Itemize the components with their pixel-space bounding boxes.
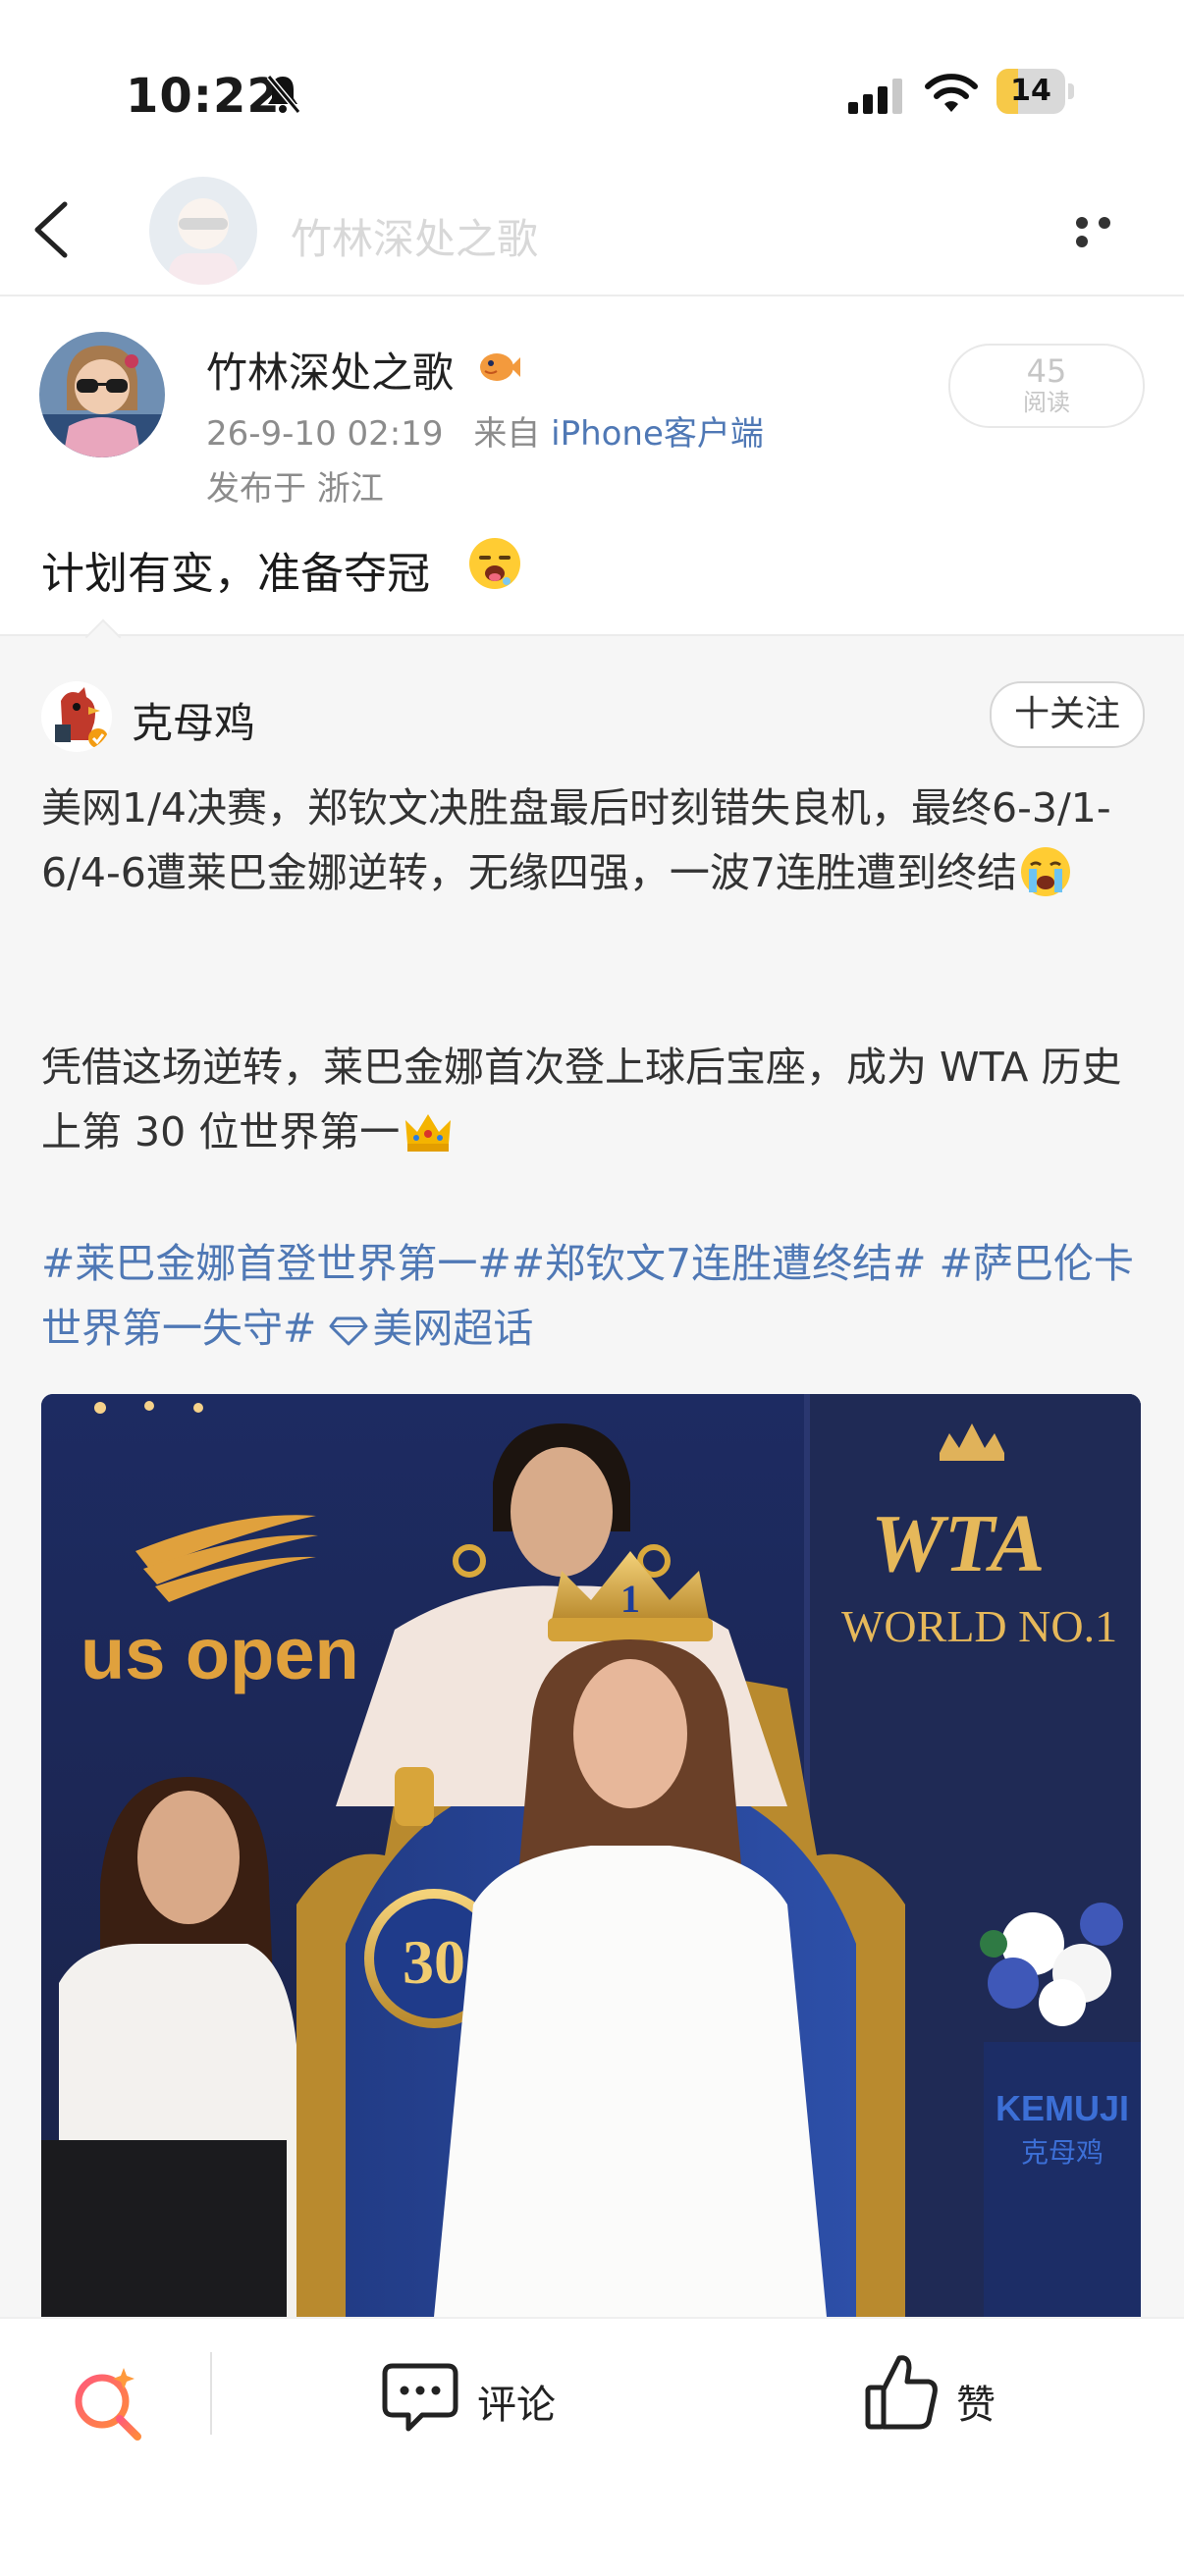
diamond-super-topic-icon <box>329 1316 368 1346</box>
crown-emoji <box>405 1114 452 1152</box>
post-meta: 26-9-10 02:19 来自 iPhone客户端 <box>206 406 764 455</box>
bell-slash-icon <box>266 75 301 114</box>
nav-divider <box>0 295 1184 296</box>
author-name[interactable]: 竹林深处之歌 <box>206 340 454 400</box>
post-time: 26-9-10 02:19 <box>206 414 444 454</box>
photo-seal-number: 30 <box>403 1927 465 1997</box>
nav-avatar[interactable] <box>149 177 257 285</box>
photo-podium-brand: KEMUJI <box>996 2088 1129 2128</box>
repost-paragraph-2: 凭借这场逆转，莱巴金娜首次登上球后宝座，成为 WTA 历史上第 30 位世界第一 <box>41 1035 1145 1164</box>
photo-usopen-text: us open <box>81 1613 359 1694</box>
post-text: 计划有变，准备夺冠 <box>41 549 430 599</box>
photo-crown-number: 1 <box>620 1577 640 1621</box>
author-avatar[interactable] <box>39 332 165 457</box>
chevron-left-icon[interactable] <box>29 198 73 261</box>
more-dots-icon[interactable] <box>1076 214 1141 247</box>
read-label: 阅读 <box>1023 389 1070 416</box>
repost-divider <box>0 634 1184 636</box>
photo-podium-chinese: 克母鸡 <box>1021 2136 1103 2169</box>
cellular-signal-icon <box>848 79 902 114</box>
read-count: 45 <box>1026 352 1067 390</box>
bottom-bar-divider <box>210 2352 212 2435</box>
super-topic-link[interactable]: 美网超话 <box>372 1305 533 1352</box>
drooling-face-emoji <box>469 538 520 589</box>
thumbs-up-icon[interactable] <box>864 2352 939 2433</box>
repost-photo[interactable]: us open WTA WORLD NO.1 30 1 KEMUJI 克母鸡 <box>41 1394 1141 2317</box>
photo-world-no1-text: WORLD NO.1 <box>841 1601 1117 1651</box>
bottom-action-bar <box>0 2317 1184 2576</box>
nav-title: 竹林深处之歌 <box>291 215 539 263</box>
hashtag-links[interactable]: #莱巴金娜首登世界第一##郑钦文7连胜遭终结# #萨巴伦卡世界第一失守# <box>41 1240 1134 1352</box>
comment-icon[interactable] <box>381 2360 459 2435</box>
ai-search-icon[interactable] <box>69 2362 147 2441</box>
like-button-label[interactable]: 赞 <box>956 2373 996 2430</box>
post-location: 发布于 浙江 <box>206 469 384 509</box>
repost-paragraph-1: 美网1/4决赛，郑钦文决胜盘最后时刻错失良机，最终6-3/1-6/4-6遭莱巴金… <box>41 776 1145 905</box>
comment-button-label[interactable]: 评论 <box>477 2373 556 2430</box>
read-count-badge: 45 阅读 <box>948 344 1145 428</box>
repost-paragraph-2-text: 凭借这场逆转，莱巴金娜首次登上球后宝座，成为 WTA 历史上第 30 位世界第一 <box>41 1044 1122 1155</box>
post-source-prefix: 来自 <box>473 414 541 454</box>
fish-badge-icon <box>480 353 520 381</box>
follow-button[interactable]: 十关注 <box>990 681 1145 748</box>
hashtag-block: #莱巴金娜首登世界第一##郑钦文7连胜遭终结# #萨巴伦卡世界第一失守# 美网超… <box>41 1231 1145 1361</box>
repost-author-name[interactable]: 克母鸡 <box>132 690 255 750</box>
crying-face-emoji <box>1020 847 1070 896</box>
wifi-icon <box>925 74 978 112</box>
repost-paragraph-1-text: 美网1/4决赛，郑钦文决胜盘最后时刻错失良机，最终6-3/1-6/4-6遭莱巴金… <box>41 784 1111 896</box>
post-source[interactable]: iPhone客户端 <box>551 414 764 454</box>
photo-wta-text: WTA <box>871 1498 1045 1589</box>
repost-author-avatar[interactable] <box>41 681 112 752</box>
status-time: 10:22 <box>126 69 281 124</box>
battery-level: 14 <box>1010 74 1051 108</box>
battery-icon: 14 <box>996 69 1075 114</box>
